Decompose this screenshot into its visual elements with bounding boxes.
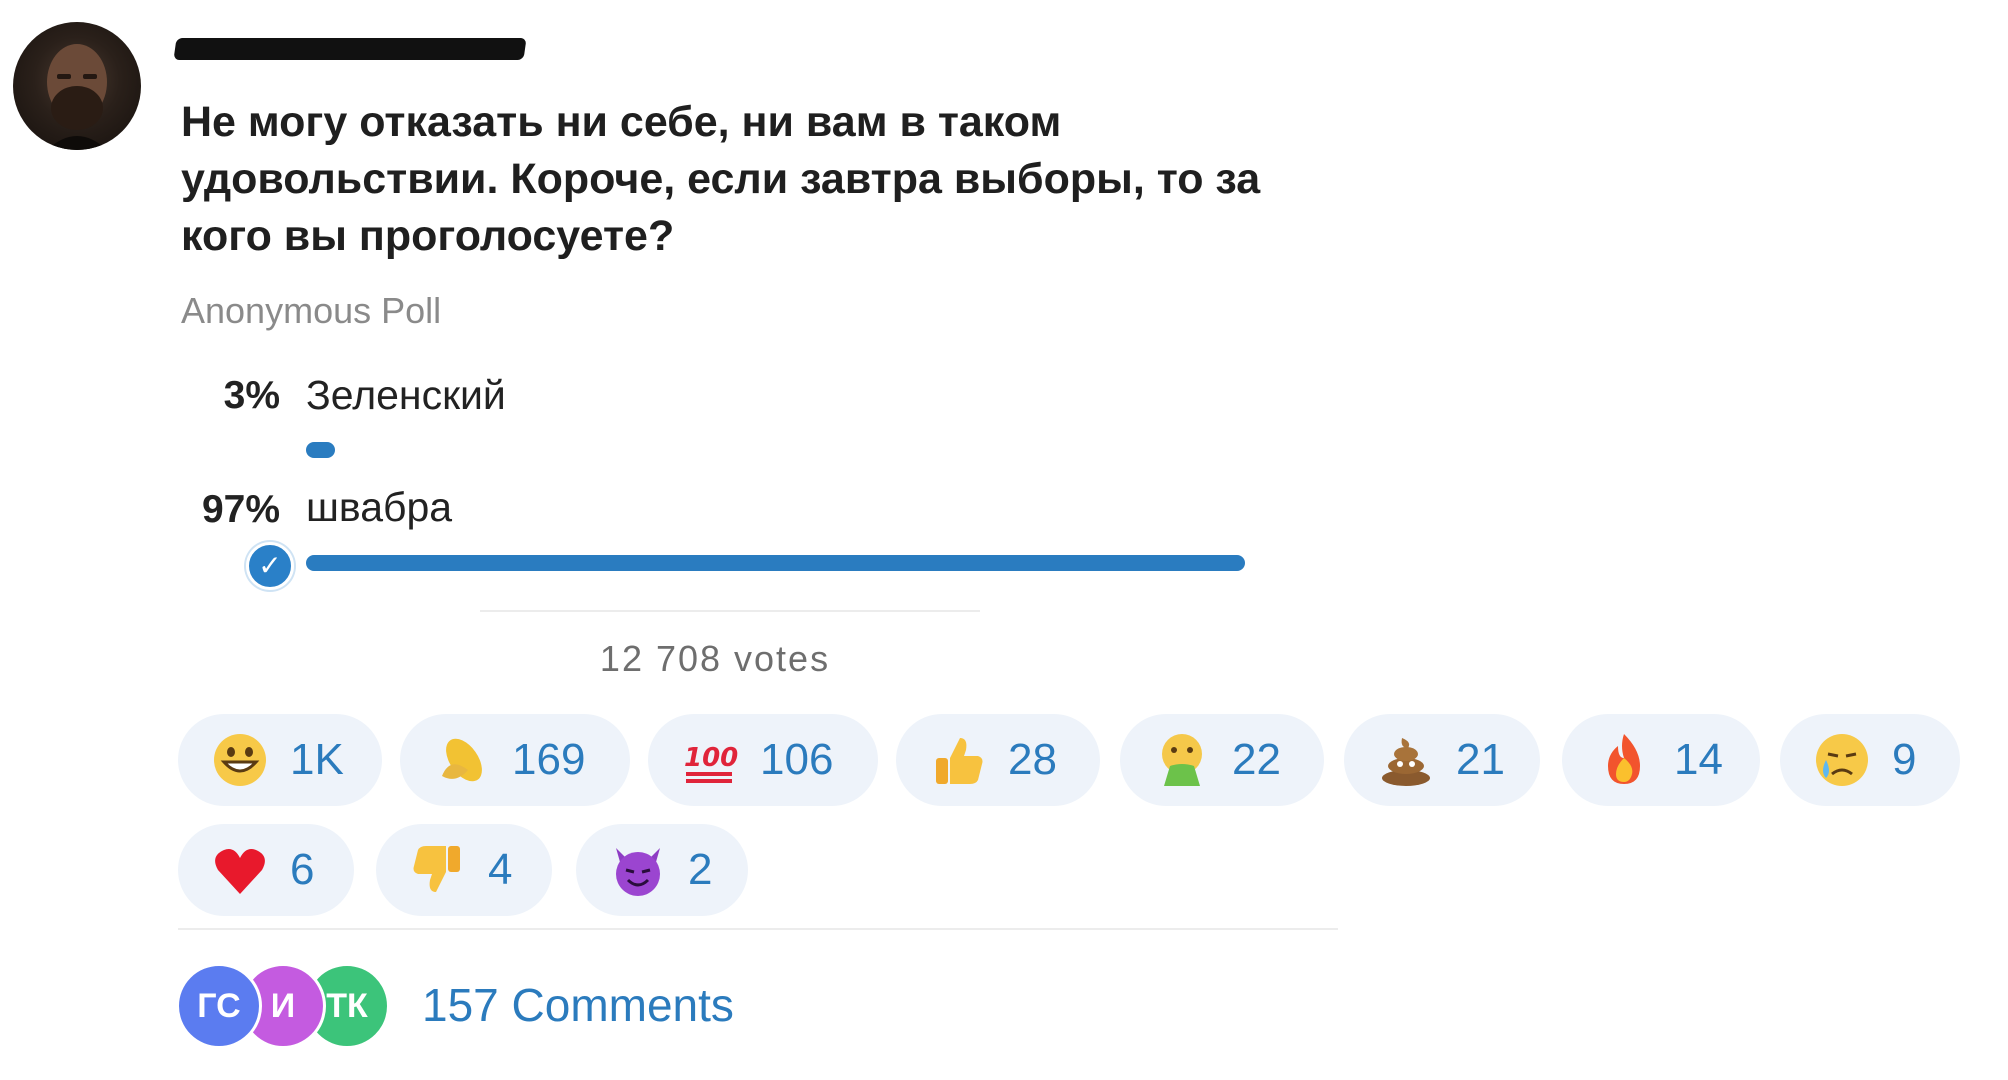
poll-option-1-bar [306, 442, 335, 458]
poll-option-1-percent: 3% [223, 374, 280, 417]
poll-votes-count[interactable]: 12 708 votes [0, 638, 1430, 680]
reaction-poop[interactable]: 21 [1344, 714, 1540, 806]
reaction-count: 106 [760, 735, 834, 784]
redaction-mark [173, 38, 527, 60]
reaction-heart[interactable]: 6 [178, 824, 354, 916]
poll-option-2-label[interactable]: швабра [306, 484, 452, 531]
thumbs-up-icon [930, 732, 986, 788]
hundred-points-icon: 100 [682, 732, 738, 788]
reaction-devil[interactable]: 2 [576, 824, 748, 916]
post-text: Не могу отказать ни себе, ни вам в таком… [181, 98, 1261, 260]
reaction-count: 28 [1008, 735, 1057, 784]
reaction-nauseated[interactable]: 22 [1120, 714, 1324, 806]
poll-option-2-percent: 97% [201, 488, 280, 531]
thumbs-down-icon [410, 842, 466, 898]
reaction-fire[interactable]: 14 [1562, 714, 1760, 806]
smiling-devil-icon [610, 842, 666, 898]
crying-face-icon [1814, 732, 1870, 788]
reaction-count: 4 [488, 845, 513, 894]
poll-type-label: Anonymous Poll [181, 290, 442, 331]
divider [480, 610, 980, 612]
svg-text:100: 100 [684, 743, 738, 773]
reaction-thumbs-up[interactable]: 28 [896, 714, 1100, 806]
fire-icon [1596, 732, 1652, 788]
reaction-count: 2 [688, 845, 713, 894]
reaction-hundred[interactable]: 100 106 [648, 714, 878, 806]
nauseated-face-icon [1154, 732, 1210, 788]
grinning-face-icon [212, 732, 268, 788]
reaction-corn[interactable]: 169 [400, 714, 630, 806]
reaction-count: 14 [1674, 735, 1723, 784]
poop-icon [1378, 732, 1434, 788]
reaction-thumbs-down[interactable]: 4 [376, 824, 552, 916]
reaction-crying[interactable]: 9 [1780, 714, 1960, 806]
selected-check-icon: ✓ [246, 542, 294, 590]
poll-option-1-label[interactable]: Зеленский [306, 372, 506, 419]
corn-icon [434, 732, 490, 788]
reaction-count: 21 [1456, 735, 1505, 784]
reaction-count: 169 [512, 735, 586, 784]
comments-link[interactable]: 157 Comments [422, 978, 734, 1032]
reaction-count: 9 [1892, 735, 1917, 784]
commenter-avatars[interactable]: ГС И ТК [176, 963, 396, 1049]
reaction-count: 22 [1232, 735, 1281, 784]
divider [178, 928, 1338, 930]
reaction-count: 6 [290, 845, 315, 894]
red-heart-icon [212, 842, 268, 898]
poll-option-2-bar [306, 555, 1245, 571]
commenter-avatar: ГС [176, 963, 262, 1049]
reaction-count: 1K [290, 735, 344, 784]
author-avatar[interactable] [13, 22, 141, 150]
reaction-grinning[interactable]: 1K [178, 714, 382, 806]
